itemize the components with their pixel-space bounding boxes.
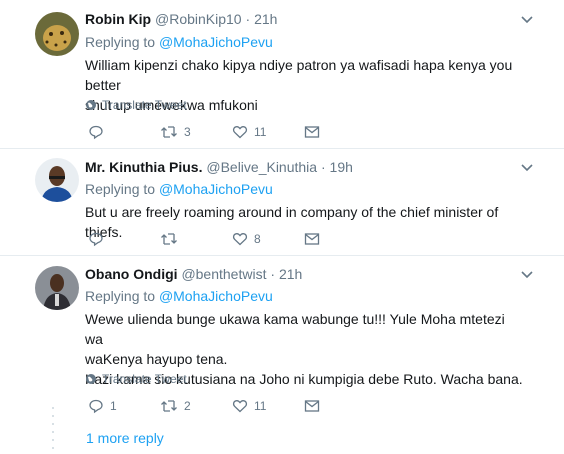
- tweet-1[interactable]: Robin Kip @RobinKip10 · 21h Replying to …: [0, 0, 564, 148]
- tweet-header: Mr. Kinuthia Pius. @Belive_Kinuthia · 19…: [85, 159, 353, 175]
- translate-tweet-link[interactable]: Translate Tweet: [85, 98, 187, 112]
- thread-connector: [52, 407, 54, 449]
- reply-icon: [89, 232, 103, 247]
- heart-icon: [232, 400, 248, 413]
- reply-icon: [89, 399, 103, 414]
- heart-icon: [232, 126, 248, 139]
- retweet-button[interactable]: 2: [160, 398, 191, 414]
- reply-button[interactable]: 1: [88, 398, 117, 414]
- globe-icon: [86, 374, 96, 384]
- mention-link[interactable]: @MohaJichoPevu: [159, 181, 273, 197]
- envelope-icon: [304, 400, 320, 412]
- tweet-2[interactable]: Mr. Kinuthia Pius. @Belive_Kinuthia · 19…: [0, 149, 564, 255]
- like-count: 11: [254, 399, 267, 413]
- direct-message-button[interactable]: [304, 231, 320, 247]
- user-handle[interactable]: @benthetwist: [181, 266, 266, 282]
- avatar[interactable]: [35, 12, 79, 56]
- chevron-down-icon[interactable]: [519, 162, 535, 174]
- like-count: 8: [254, 232, 261, 246]
- envelope-icon: [304, 233, 320, 245]
- retweet-button[interactable]: [160, 231, 184, 247]
- reply-button[interactable]: [88, 124, 110, 140]
- like-button[interactable]: 8: [232, 231, 261, 247]
- timestamp[interactable]: 21h: [279, 266, 302, 282]
- like-count: 11: [254, 125, 267, 139]
- timestamp[interactable]: 19h: [330, 159, 353, 175]
- heart-icon: [232, 233, 248, 246]
- retweet-icon: [161, 400, 177, 412]
- retweet-count: 3: [184, 125, 191, 139]
- replying-to: Replying to @MohaJichoPevu: [85, 181, 273, 197]
- tweet-header: Obano Ondigi @benthetwist · 21h: [85, 266, 303, 282]
- tweet-3[interactable]: Obano Ondigi @benthetwist · 21h Replying…: [0, 256, 564, 454]
- translate-tweet-link[interactable]: Translate Tweet: [85, 372, 187, 386]
- like-button[interactable]: 11: [232, 124, 266, 140]
- display-name[interactable]: Obano Ondigi: [85, 266, 178, 282]
- like-button[interactable]: 11: [232, 398, 266, 414]
- reply-icon: [89, 125, 103, 140]
- display-name[interactable]: Robin Kip: [85, 11, 151, 27]
- mention-link[interactable]: @MohaJichoPevu: [159, 288, 273, 304]
- user-handle[interactable]: @RobinKip10: [155, 11, 242, 27]
- avatar[interactable]: [35, 266, 79, 310]
- timestamp[interactable]: 21h: [254, 11, 277, 27]
- chevron-down-icon[interactable]: [519, 14, 535, 26]
- direct-message-button[interactable]: [304, 124, 320, 140]
- display-name[interactable]: Mr. Kinuthia Pius.: [85, 159, 202, 175]
- envelope-icon: [304, 126, 320, 138]
- avatar[interactable]: [35, 158, 79, 202]
- retweet-icon: [161, 126, 177, 138]
- direct-message-button[interactable]: [304, 398, 320, 414]
- more-replies-link[interactable]: 1 more reply: [86, 430, 164, 446]
- reply-count: 1: [110, 399, 117, 413]
- globe-icon: [86, 100, 96, 110]
- mention-link[interactable]: @MohaJichoPevu: [159, 34, 273, 50]
- user-handle[interactable]: @Belive_Kinuthia: [206, 159, 317, 175]
- retweet-count: 2: [184, 399, 191, 413]
- chevron-down-icon[interactable]: [519, 269, 535, 281]
- retweet-icon: [161, 233, 177, 245]
- replying-to: Replying to @MohaJichoPevu: [85, 34, 273, 50]
- reply-button[interactable]: [88, 231, 110, 247]
- retweet-button[interactable]: 3: [160, 124, 191, 140]
- tweet-header: Robin Kip @RobinKip10 · 21h: [85, 11, 278, 27]
- replying-to: Replying to @MohaJichoPevu: [85, 288, 273, 304]
